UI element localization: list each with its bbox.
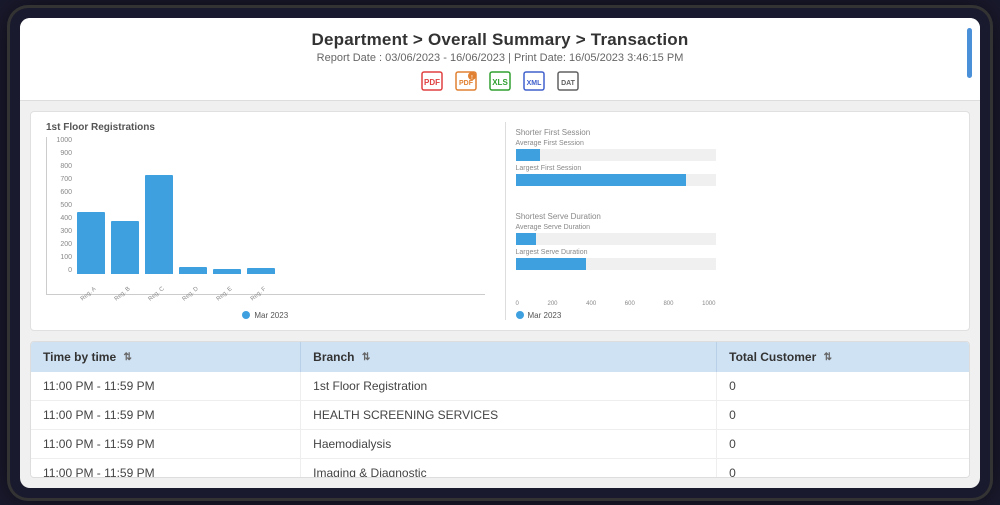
h-bar-track-4 xyxy=(516,258,716,270)
h-bar-track-2 xyxy=(516,174,716,186)
chart-title: 1st Floor Registrations xyxy=(46,122,485,133)
table-area: Time by time ⇅ Branch ⇅ Total Customer ⇅ xyxy=(30,341,970,478)
col-time: Time by time ⇅ xyxy=(31,342,301,372)
h-row-avg-serve: Average Serve Duration xyxy=(516,224,955,245)
bar-1 xyxy=(77,212,105,274)
h-bar-3 xyxy=(516,233,536,245)
cell-total-3: 0 xyxy=(717,429,969,458)
cell-total-1: 0 xyxy=(717,372,969,401)
h-section-label-1: Shorter First Session xyxy=(516,128,955,137)
bar-chart-legend: Mar 2023 xyxy=(46,311,485,320)
cell-total-2: 0 xyxy=(717,400,969,429)
sort-icon-time[interactable]: ⇅ xyxy=(123,352,131,363)
bar-4 xyxy=(179,267,207,274)
screen: Department > Overall Summary > Transacti… xyxy=(20,18,980,488)
h-row-largest-first: Largest First Session xyxy=(516,165,955,186)
h-legend-dot xyxy=(516,311,524,319)
x-labels: Reg. A Reg. B Reg. C Reg. D Reg. E Reg. … xyxy=(46,297,485,307)
cell-time-4: 11:00 PM - 11:59 PM xyxy=(31,458,301,478)
cell-time-1: 11:00 PM - 11:59 PM xyxy=(31,372,301,401)
table-row: 11:00 PM - 11:59 PM 1st Floor Registrati… xyxy=(31,372,969,401)
cell-time-3: 11:00 PM - 11:59 PM xyxy=(31,429,301,458)
h-section-2: Shortest Serve Duration Average Serve Du… xyxy=(516,212,955,274)
h-bar-4 xyxy=(516,258,586,270)
h-section-1: Shorter First Session Average First Sess… xyxy=(516,128,955,190)
col-branch: Branch ⇅ xyxy=(301,342,717,372)
bar-chart-section: 1st Floor Registrations 1000 900 800 700… xyxy=(46,122,485,320)
page-title: Department > Overall Summary > Transacti… xyxy=(20,30,980,50)
table-row: 11:00 PM - 11:59 PM Haemodialysis 0 xyxy=(31,429,969,458)
cell-time-2: 11:00 PM - 11:59 PM xyxy=(31,400,301,429)
sort-icon-total[interactable]: ⇅ xyxy=(824,352,832,363)
h-bar-2 xyxy=(516,174,686,186)
table-row: 11:00 PM - 11:59 PM HEALTH SCREENING SER… xyxy=(31,400,969,429)
h-row-avg-first: Average First Session xyxy=(516,140,955,161)
header: Department > Overall Summary > Transacti… xyxy=(20,18,980,101)
cell-branch-1: 1st Floor Registration xyxy=(301,372,717,401)
dat-button[interactable]: DAT xyxy=(555,70,581,92)
table-header-row: Time by time ⇅ Branch ⇅ Total Customer ⇅ xyxy=(31,342,969,372)
h-chart-section: Shorter First Session Average First Sess… xyxy=(505,122,955,320)
table-row: 11:00 PM - 11:59 PM Imaging & Diagnostic… xyxy=(31,458,969,478)
bar-3 xyxy=(145,175,173,274)
xml-button[interactable]: XML xyxy=(521,70,547,92)
sort-icon-branch[interactable]: ⇅ xyxy=(362,352,370,363)
device-frame: Department > Overall Summary > Transacti… xyxy=(10,8,990,498)
legend-dot xyxy=(242,311,250,319)
h-bar-track xyxy=(516,149,716,161)
h-chart-legend: Mar 2023 xyxy=(516,311,955,320)
excel-button[interactable]: XLS xyxy=(487,70,513,92)
cell-branch-3: Haemodialysis xyxy=(301,429,717,458)
h-legend-text: Mar 2023 xyxy=(528,311,562,320)
report-date: Report Date : 03/06/2023 - 16/06/2023 | … xyxy=(20,52,980,64)
data-table: Time by time ⇅ Branch ⇅ Total Customer ⇅ xyxy=(31,342,969,478)
h-bar xyxy=(516,149,540,161)
svg-text:PDF: PDF xyxy=(459,80,474,87)
bar-5 xyxy=(213,269,241,273)
chart-area: 1st Floor Registrations 1000 900 800 700… xyxy=(30,111,970,331)
h-section-label-2: Shortest Serve Duration xyxy=(516,212,955,221)
svg-text:XML: XML xyxy=(527,80,543,87)
y-axis: 1000 900 800 700 600 500 400 300 200 100… xyxy=(47,137,75,274)
h-x-axis: 0 200 400 600 800 1000 xyxy=(516,297,716,307)
svg-text:PDF: PDF xyxy=(424,78,440,87)
svg-text:XLS: XLS xyxy=(492,78,508,87)
pdf-button[interactable]: PDF xyxy=(419,70,445,92)
bar-chart: 1000 900 800 700 600 500 400 300 200 100… xyxy=(46,137,485,295)
scrollbar[interactable] xyxy=(967,28,972,78)
table-body: 11:00 PM - 11:59 PM 1st Floor Registrati… xyxy=(31,372,969,478)
h-bar-track-3 xyxy=(516,233,716,245)
h-row-largest-serve: Largest Serve Duration xyxy=(516,249,955,270)
bar-2 xyxy=(111,221,139,273)
pdf2-button[interactable]: PDF ! xyxy=(453,70,479,92)
toolbar-icons: PDF PDF ! XLS xyxy=(20,70,980,92)
bar-chart-container: 1000 900 800 700 600 500 400 300 200 100… xyxy=(46,137,485,307)
cell-total-4: 0 xyxy=(717,458,969,478)
col-total: Total Customer ⇅ xyxy=(717,342,969,372)
svg-text:DAT: DAT xyxy=(561,80,576,87)
cell-branch-4: Imaging & Diagnostic xyxy=(301,458,717,478)
bar-6 xyxy=(247,268,275,273)
cell-branch-2: HEALTH SCREENING SERVICES xyxy=(301,400,717,429)
legend-text: Mar 2023 xyxy=(254,311,288,320)
